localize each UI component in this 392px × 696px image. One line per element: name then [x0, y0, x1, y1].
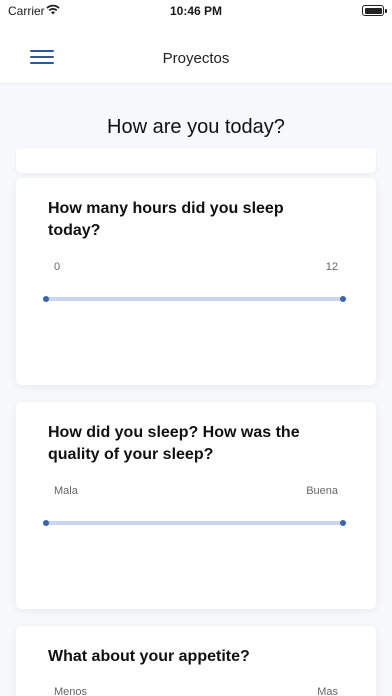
- page-title: How are you today?: [107, 116, 285, 138]
- question-card-sleep-hours: How many hours did you sleep today? 0 12: [16, 178, 376, 385]
- question-text: What about your appetite?: [48, 648, 250, 665]
- sleep-hours-slider[interactable]: [43, 296, 346, 302]
- slider-max-label: 12: [325, 261, 338, 273]
- slider-max-label: Mas: [317, 686, 338, 696]
- slider-thumb-end[interactable]: [340, 296, 346, 302]
- slider-min-label: 0: [54, 261, 61, 273]
- slider-thumb-start[interactable]: [43, 296, 49, 302]
- slider-min-label: Menos: [54, 686, 88, 696]
- question-text: How did you sleep? How was the quality o…: [48, 424, 300, 463]
- slider-max-label: Buena: [306, 485, 338, 497]
- slider-min-label: Mala: [54, 485, 78, 497]
- question-card-appetite: What about your appetite? Menos Mas: [16, 626, 376, 696]
- battery-icon: [362, 5, 387, 16]
- navigation-bar: Proyectos: [0, 22, 392, 84]
- nav-title: Proyectos: [162, 50, 230, 67]
- question-text: How many hours did you sleep today?: [48, 200, 284, 239]
- question-card-sleep-quality: How did you sleep? How was the quality o…: [16, 402, 376, 609]
- slider-thumb-end[interactable]: [340, 520, 346, 526]
- status-bar: Carrier 10:46 PM: [0, 0, 392, 22]
- clock: 10:46 PM: [169, 4, 223, 18]
- sleep-quality-slider[interactable]: [43, 520, 346, 526]
- previous-card: [16, 149, 376, 173]
- slider-thumb-start[interactable]: [43, 520, 49, 526]
